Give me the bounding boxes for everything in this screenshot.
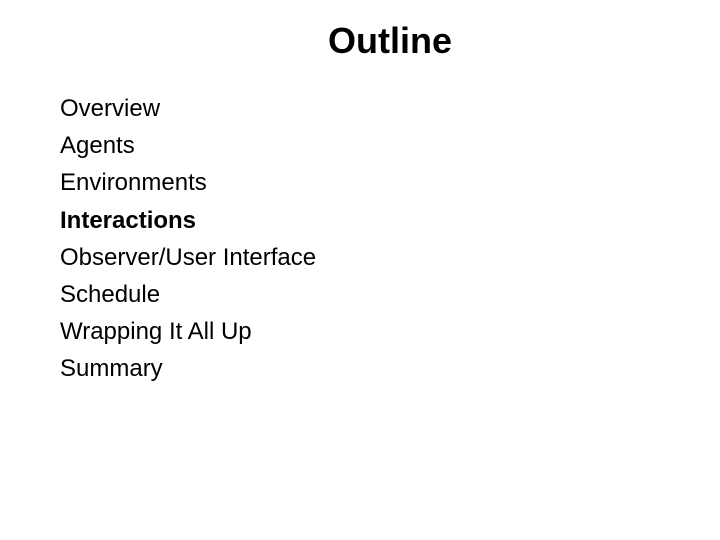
slide-title: Outline bbox=[120, 20, 660, 62]
slide: Outline Overview Agents Environments Int… bbox=[0, 0, 720, 540]
outline-list: Overview Agents Environments Interaction… bbox=[60, 90, 660, 388]
outline-item: Wrapping It All Up bbox=[60, 313, 660, 350]
outline-item: Overview bbox=[60, 90, 660, 127]
outline-item: Observer/User Interface bbox=[60, 239, 660, 276]
outline-item: Agents bbox=[60, 127, 660, 164]
outline-item: Schedule bbox=[60, 276, 660, 313]
outline-item: Environments bbox=[60, 164, 660, 201]
outline-item: Summary bbox=[60, 350, 660, 387]
outline-item-current: Interactions bbox=[60, 202, 660, 239]
